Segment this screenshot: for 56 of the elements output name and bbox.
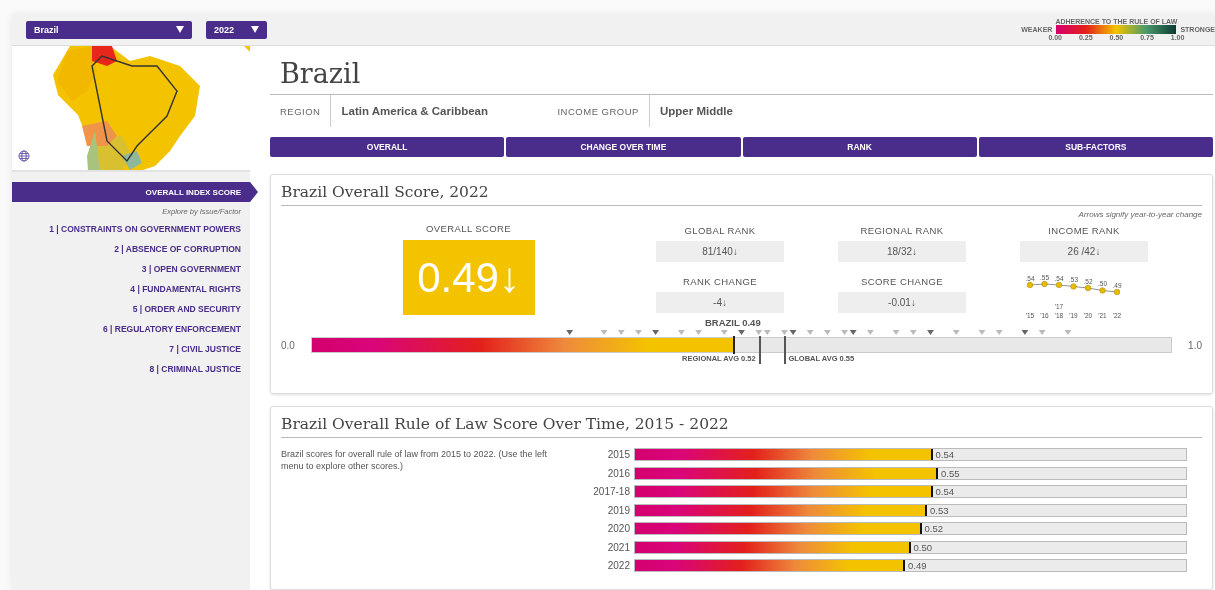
tab[interactable]: OVERALL (270, 137, 505, 157)
year-label: 2022 (606, 560, 630, 571)
menu-item[interactable]: 8 | CRIMINAL JUSTICE (149, 361, 241, 376)
stat-value: 18/32↓ (838, 241, 966, 262)
info-value: Latin America & Caribbean (340, 104, 490, 119)
globe-icon[interactable] (18, 150, 30, 162)
score-reading: 0.49 (908, 560, 927, 571)
stat-value: 81/140↓ (656, 241, 784, 262)
stat-value: -0.01↓ (838, 292, 966, 313)
stat-label: INCOME RANK (1048, 225, 1120, 236)
card-title: Brazil Overall Rule of Law Score Over Time, 2015 - 2022 (281, 407, 1202, 438)
country-title: Brazil (270, 46, 1213, 95)
year-label: 2017-18 (592, 486, 630, 497)
stat-label: SCORE CHANGE (861, 276, 943, 287)
stat-label: REGIONAL RANK (860, 225, 944, 236)
menu-item[interactable]: 7 | CIVIL JUSTICE (169, 341, 241, 356)
menu-item[interactable]: 6 | REGULATORY ENFORCEMENT (102, 321, 241, 336)
tab[interactable]: SUB-FACTORS (978, 137, 1213, 157)
stat-value: 26 /42↓ (1020, 241, 1148, 262)
menu-item[interactable]: 5 | ORDER AND SECURITY (132, 301, 241, 316)
stat-value: -4↓ (656, 292, 784, 313)
description-text: Brazil scores for overall rule of law from 2015 to 2022. (Use the left menu to explore other scores.) (281, 448, 549, 473)
score-reading: 0.52 (924, 523, 943, 534)
scale-min: 0.0 (281, 339, 296, 351)
tab[interactable]: RANK (742, 137, 977, 157)
score-reading: 0.53 (930, 504, 949, 516)
card-title: Brazil Overall Score, 2022 (281, 175, 1202, 206)
overall-score: 0.49↓ (402, 240, 535, 315)
menu-item[interactable]: 2 | ABSENCE OF CORRUPTION (114, 241, 241, 256)
score-reading: 0.50 (913, 541, 932, 553)
year-label: 2016 (606, 467, 630, 479)
info-label: INCOME GROUP (547, 95, 650, 127)
tab[interactable]: CHANGE OVER TIME (506, 137, 741, 157)
year-label: 2015 (606, 449, 630, 460)
note-text: Arrows signify year-to-year change (1077, 210, 1202, 219)
score-reading: 0.54 (935, 486, 955, 497)
caret-icon (251, 26, 259, 33)
caret-icon (176, 26, 184, 33)
score-reading: 0.54 (935, 449, 955, 460)
score-reading: 0.55 (941, 467, 960, 479)
menu-item[interactable]: 1 | CONSTRAINTS ON GOVERNMENT POWERS (49, 221, 241, 236)
menu-item[interactable]: 3 | OPEN GOVERNMENT (141, 261, 241, 276)
info-label: REGION (270, 95, 332, 127)
year-label: 2020 (606, 523, 630, 534)
year-label: 2019 (606, 504, 630, 516)
stat-label: RANK CHANGE (682, 276, 758, 287)
scale-max: 1.0 (1187, 339, 1202, 351)
score-label: OVERALL SCORE (425, 223, 512, 234)
menu-item[interactable]: 4 | FUNDAMENTAL RIGHTS (130, 281, 241, 296)
menu-heading[interactable]: OVERALL INDEX SCORE (12, 182, 258, 202)
score-marker-label: BRAZIL 0.49 (704, 317, 761, 328)
dropdown[interactable]: 2022 (206, 20, 267, 39)
info-value: Upper Middle (658, 104, 734, 119)
stat-label: GLOBAL RANK (684, 225, 756, 236)
dropdown[interactable]: Brazil (26, 20, 192, 39)
year-label: 2021 (606, 541, 630, 553)
